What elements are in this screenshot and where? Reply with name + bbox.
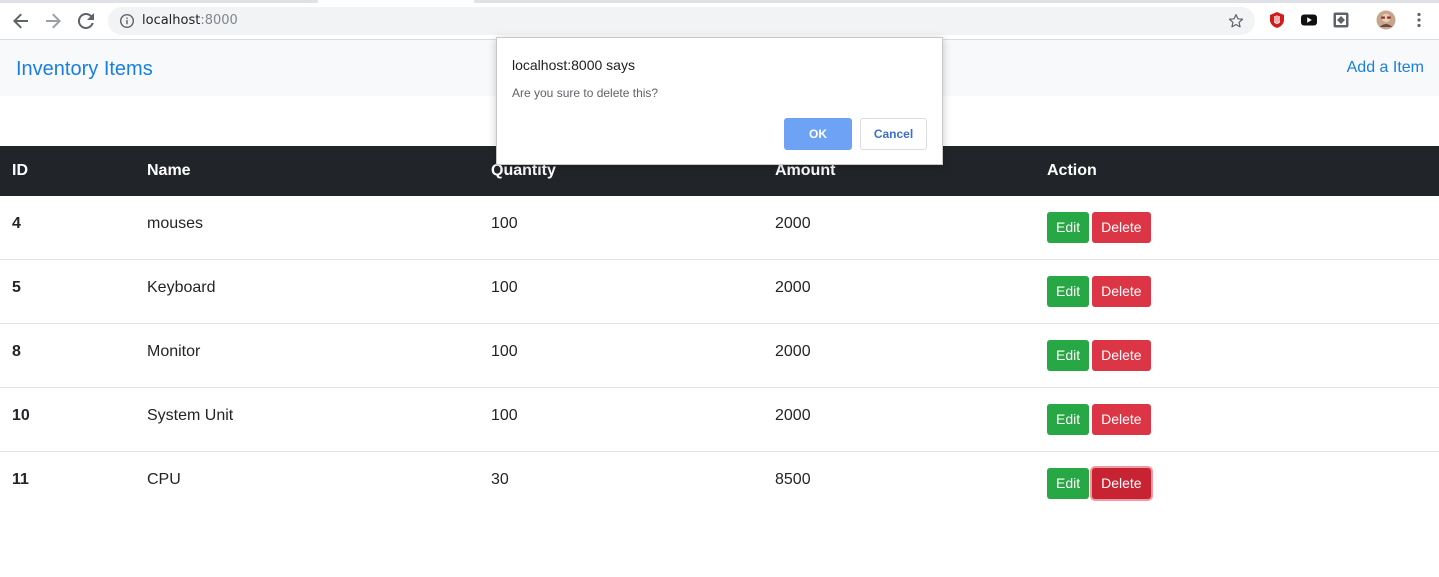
cell-quantity: 30 — [479, 451, 763, 515]
extension-box-icon[interactable] — [1332, 11, 1350, 29]
active-tab[interactable] — [318, 0, 474, 3]
cell-quantity: 100 — [491, 214, 518, 232]
extension-shield-icon[interactable] — [1268, 11, 1286, 29]
cell-quantity: 100 — [479, 259, 763, 324]
add-item-link[interactable]: Add a Item — [1347, 58, 1424, 78]
tab-strip — [0, 0, 1439, 3]
star-icon[interactable] — [1227, 12, 1245, 30]
url-text: localhost:8000 — [142, 13, 238, 29]
cell-actions: Edit Delete — [1035, 323, 1439, 388]
cell-id: 10 — [0, 387, 135, 452]
edit-button[interactable]: Edit — [1047, 276, 1090, 307]
info-icon[interactable] — [119, 13, 135, 29]
cell-amount: 2000 — [763, 259, 1035, 324]
header-action: Action — [1047, 162, 1097, 179]
cell-amount: 2000 — [775, 214, 811, 232]
forward-icon[interactable] — [40, 8, 66, 34]
cell-id: 11 — [0, 451, 135, 515]
dialog-title: localhost:8000 says — [512, 57, 635, 73]
cell-name: Monitor — [135, 323, 479, 388]
cell-actions: Edit Delete — [1035, 387, 1439, 452]
cell-name: CPU — [135, 451, 479, 515]
cancel-button[interactable]: Cancel — [860, 118, 927, 150]
table-row: 10 System Unit 100 2000 Edit Delete — [0, 387, 1439, 452]
address-bar[interactable]: localhost:8000 — [108, 7, 1255, 35]
menu-icon[interactable] — [1410, 11, 1428, 29]
delete-button[interactable]: Delete — [1092, 404, 1151, 435]
edit-button[interactable]: Edit — [1047, 468, 1090, 499]
youtube-icon[interactable] — [1300, 11, 1318, 29]
cell-actions: Edit Delete — [1035, 196, 1439, 260]
url-port: :8000 — [200, 13, 238, 28]
brand-link[interactable]: Inventory Items — [16, 57, 153, 81]
cell-name: System Unit — [135, 387, 479, 452]
delete-button[interactable]: Delete — [1092, 212, 1151, 243]
edit-button[interactable]: Edit — [1047, 340, 1090, 371]
cell-name: Keyboard — [135, 259, 479, 324]
ok-button[interactable]: OK — [784, 118, 852, 150]
reload-icon[interactable] — [73, 8, 99, 34]
delete-button[interactable]: Delete — [1092, 276, 1151, 307]
header-id: ID — [12, 162, 28, 179]
table-row: 8 Monitor 100 2000 Edit Delete — [0, 323, 1439, 388]
table-row: 11 CPU 30 8500 Edit Delete — [0, 451, 1439, 515]
cell-actions: Edit Delete — [1035, 259, 1439, 324]
delete-button[interactable]: Delete — [1092, 340, 1151, 371]
cell-amount: 8500 — [763, 451, 1035, 515]
cell-quantity: 100 — [479, 323, 763, 388]
profile-avatar-icon[interactable] — [1376, 10, 1396, 30]
cell-name: mouses — [147, 214, 204, 232]
cell-amount: 2000 — [763, 323, 1035, 388]
dialog-message: Are you sure to delete this? — [512, 86, 659, 100]
cell-actions: Edit Delete — [1035, 451, 1439, 515]
edit-button[interactable]: Edit — [1047, 404, 1090, 435]
cell-id: 4 — [12, 214, 21, 232]
header-name: Name — [147, 162, 191, 179]
browser-toolbar: localhost:8000 — [0, 0, 1439, 40]
cell-id: 5 — [0, 259, 135, 324]
cell-amount: 2000 — [763, 387, 1035, 452]
cell-id: 8 — [0, 323, 135, 388]
table-row: 5 Keyboard 100 2000 Edit Delete — [0, 259, 1439, 324]
inventory-table: ID Name Quantity Amount Action 4 mouses … — [0, 146, 1439, 515]
table-row: 4 mouses 100 2000 Edit Delete — [0, 196, 1439, 260]
confirm-dialog: localhost:8000 says Are you sure to dele… — [496, 37, 943, 165]
url-host: localhost — [142, 13, 201, 28]
cell-quantity: 100 — [479, 387, 763, 452]
edit-button[interactable]: Edit — [1047, 212, 1090, 243]
back-icon[interactable] — [8, 8, 34, 34]
delete-button[interactable]: Delete — [1092, 468, 1151, 499]
